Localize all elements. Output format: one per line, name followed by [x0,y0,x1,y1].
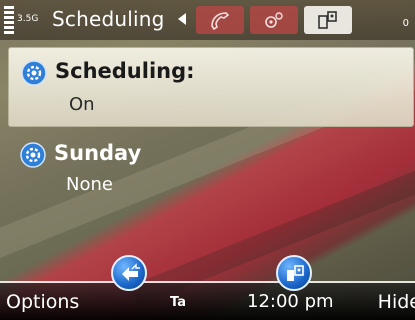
tab-device-sync[interactable] [304,6,352,34]
input-mode-indicator: Ta [170,295,186,310]
back-sync-button[interactable] [111,255,147,291]
settings-gear-icon [21,60,47,86]
title-bar: 3.5G Scheduling 0 [0,0,415,40]
list-item-title: Sunday [54,141,142,165]
arrows-exchange-icon [122,263,140,281]
hide-softkey[interactable]: Hide [378,291,415,313]
battery-indicator: 0 [402,18,409,29]
page-title: Scheduling [52,7,165,31]
tab-scroll-left-icon[interactable] [178,13,186,25]
settings-gear-icon [20,142,46,168]
clock: 12:00 pm [247,291,334,312]
list-item-scheduling[interactable]: Scheduling: On [8,47,414,127]
options-softkey[interactable]: Options [6,291,79,313]
list-item-value: None [66,174,113,195]
gear-sync-icon [265,12,283,28]
tab-phone[interactable] [196,6,244,34]
list-item-title: Scheduling: [55,59,195,83]
tab-settings-sync[interactable] [250,6,298,34]
device-sync-button[interactable] [276,255,312,291]
list-item-value: On [69,94,95,115]
device-sync-icon [318,11,337,29]
signal-strength-icon [4,6,14,34]
device-sync-icon [287,265,304,281]
list-item-sunday[interactable]: Sunday None [8,132,414,212]
phone-icon [211,12,230,30]
network-type: 3.5G [17,14,39,24]
